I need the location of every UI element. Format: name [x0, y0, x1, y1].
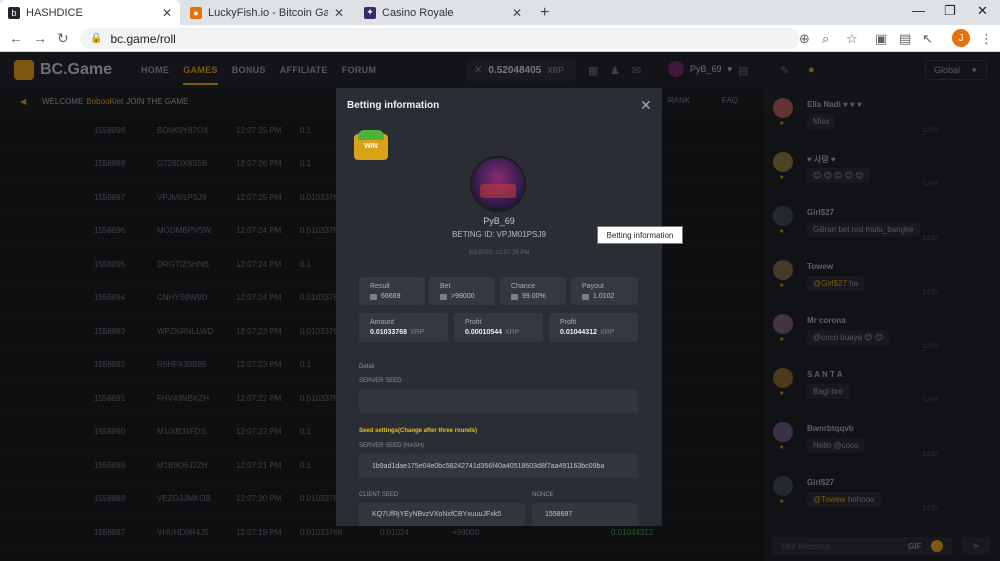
- stat-value-row: >99000: [440, 293, 475, 300]
- amount-value: 0.01033768: [370, 329, 407, 336]
- target-icon: [440, 293, 447, 300]
- stat-value-row: 66669: [370, 293, 400, 300]
- close-tab-icon[interactable]: ✕: [334, 6, 344, 20]
- address-toolbar: ← → ↻ 🔒 bc.game/roll ⊕ ⌕ ☆ ▣ ▤ ↖ J ⋮: [0, 25, 1000, 52]
- profit-box: Profit 0.00010544 XRP: [454, 313, 543, 342]
- extension-icon[interactable]: ▣: [875, 31, 887, 47]
- betting-info-modal: Betting information ✕ WIN PyB_69 BETING …: [336, 88, 662, 526]
- stat-label: Chance: [511, 283, 536, 290]
- win-badge-icon: WIN: [354, 130, 388, 160]
- tab-title: Casino Royale: [382, 6, 454, 19]
- forward-icon[interactable]: →: [33, 30, 47, 46]
- modal-title: Betting information: [347, 100, 440, 111]
- profile-avatar[interactable]: J: [952, 29, 970, 47]
- new-tab-button[interactable]: +: [540, 4, 549, 22]
- stat-value-row: 1.0102: [582, 293, 614, 300]
- payout-icon: [582, 293, 589, 300]
- bettor-name: PyB_69: [483, 216, 515, 226]
- bet-datetime: 5/1/2020, 12:07:25 PM: [468, 250, 530, 256]
- add-icon[interactable]: ⊕: [799, 31, 810, 47]
- tab-hashdice[interactable]: b HASHDICE ✕: [0, 0, 180, 25]
- client-seed-label: CLIENT SEED: [359, 492, 399, 498]
- server-seed-hash-field[interactable]: 1b9ad1dae175e04e0bc58242741d356f40a40518…: [359, 454, 638, 478]
- bettor-avatar: [470, 156, 526, 212]
- url-bar[interactable]: 🔒 bc.game/roll: [80, 28, 800, 49]
- close-tab-icon[interactable]: ✕: [512, 6, 522, 20]
- stat-label: Payout: [582, 283, 604, 290]
- minimize-icon[interactable]: —: [912, 3, 925, 18]
- tab-casino-royale[interactable]: ✦ Casino Royale ✕: [356, 0, 530, 25]
- profit-unit: XRP: [504, 329, 520, 336]
- stat-result: Result 66669: [359, 277, 425, 305]
- casino-favicon-icon: ✦: [364, 6, 376, 19]
- stat-value: 99.00%: [522, 293, 546, 300]
- amount-unit: XRP: [409, 329, 425, 336]
- total-profit-value-row: 0.01044312 XRP: [560, 329, 614, 336]
- stat-payout: Payout 1.0102: [571, 277, 638, 305]
- url-text: bc.game/roll: [110, 31, 176, 46]
- amount-box: Amount 0.01033768 XRP: [359, 313, 448, 342]
- tab-luckyfish[interactable]: ● LuckyFish.io - Bitcoin Gambling S ✕: [182, 0, 352, 25]
- luckyfish-favicon-icon: ●: [190, 6, 202, 19]
- stat-label: Result: [370, 283, 390, 290]
- seed-settings-label: Seed settings(Change after three rounds): [359, 428, 478, 434]
- server-seed-field[interactable]: [359, 389, 638, 413]
- maximize-icon[interactable]: ❐: [944, 3, 956, 19]
- bookmark-star-icon[interactable]: ☆: [846, 31, 858, 47]
- total-profit-unit: XRP: [599, 329, 615, 336]
- menu-kebab-icon[interactable]: ⋮: [980, 31, 993, 47]
- total-profit-value: 0.01044312: [560, 329, 597, 336]
- server-seed-hash-label: SERVER SEED (HASH): [359, 443, 424, 449]
- stat-label: Bet: [440, 283, 451, 290]
- nonce-label: NONCE: [532, 492, 554, 498]
- stat-value-row: 99.00%: [511, 293, 546, 300]
- profit-label: Profit: [465, 319, 482, 326]
- nonce-field[interactable]: 1558697: [532, 503, 638, 526]
- amount-label: Amount: [370, 319, 395, 326]
- close-icon[interactable]: ✕: [640, 97, 652, 114]
- zoom-icon[interactable]: ⌕: [822, 31, 829, 47]
- client-seed-field[interactable]: KQ7UfRjYEyNBvzVXoNxfCBYxuuuJFxk5: [359, 503, 525, 526]
- stat-bet: Bet >99000: [429, 277, 495, 305]
- stat-value: >99000: [451, 293, 475, 300]
- win-badge-text: WIN: [364, 143, 378, 150]
- stat-value: 1.0102: [593, 293, 615, 300]
- total-profit-label: Profit: [560, 319, 577, 326]
- profit-value: 0.00010544: [465, 329, 502, 336]
- profit-value-row: 0.00010544 XRP: [465, 329, 519, 336]
- server-seed-label: SERVER SEED: [359, 378, 402, 384]
- close-tab-icon[interactable]: ✕: [162, 6, 172, 20]
- chance-icon: [511, 293, 518, 300]
- tab-title: HASHDICE: [26, 6, 83, 19]
- stat-value: 66669: [381, 293, 401, 300]
- amount-value-row: 0.01033768 XRP: [370, 329, 424, 336]
- window-close-icon[interactable]: ✕: [977, 3, 988, 19]
- hashdice-favicon-icon: b: [8, 6, 20, 19]
- tooltip: Betting information: [597, 226, 683, 244]
- lock-icon: 🔒: [90, 33, 103, 44]
- dice-icon: [370, 293, 377, 300]
- extension-badge-icon[interactable]: ▤: [899, 31, 911, 47]
- tab-title: LuckyFish.io - Bitcoin Gambling S: [208, 6, 328, 19]
- reload-icon[interactable]: ↻: [57, 30, 69, 47]
- browser-tab-bar: b HASHDICE ✕ ● LuckyFish.io - Bitcoin Ga…: [0, 0, 1000, 25]
- total-profit-box: Profit 0.01044312 XRP: [549, 313, 638, 342]
- back-icon[interactable]: ←: [9, 30, 23, 46]
- extension-cursor-icon[interactable]: ↖: [922, 31, 933, 47]
- stat-chance: Chance 99.00%: [500, 277, 566, 305]
- detail-label: Detail: [359, 364, 375, 370]
